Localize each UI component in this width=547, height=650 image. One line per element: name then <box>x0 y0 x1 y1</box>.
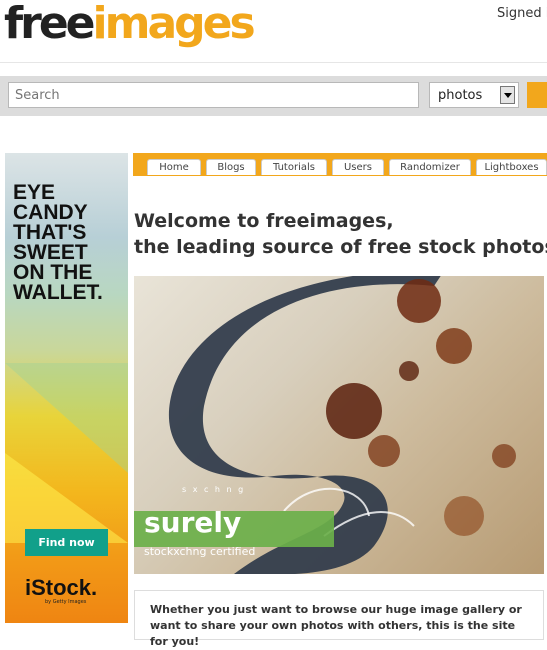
search-type-select[interactable]: photos <box>429 82 519 108</box>
logo-free: free <box>4 0 96 49</box>
welcome-line-1: Welcome to freeimages, <box>134 210 394 232</box>
ad-headline: EYE CANDY THAT'S SWEET ON THE WALLET. <box>13 181 103 304</box>
rust-spot <box>444 496 484 536</box>
logo[interactable]: freeimages <box>4 0 256 52</box>
rust-spot <box>399 361 419 381</box>
signed-in-link[interactable]: Signed i <box>497 6 547 21</box>
ad-find-now-button[interactable]: Find now <box>25 529 108 556</box>
tab-tutorials[interactable]: Tutorials <box>261 159 327 175</box>
rust-spot <box>492 444 516 468</box>
tab-home[interactable]: Home <box>147 159 201 175</box>
logo-images: images <box>92 0 256 49</box>
rust-spot <box>326 383 382 439</box>
search-type-value: photos <box>438 88 483 103</box>
featured-photo[interactable]: s x c h n g surely stockxchng certified <box>134 276 544 574</box>
welcome-line-2: the leading source of free stock photos! <box>134 236 547 258</box>
intro-text: Whether you just want to browse our huge… <box>150 603 522 648</box>
istock-logo: iStock. <box>25 575 98 600</box>
rust-spot <box>368 435 400 467</box>
header-divider <box>0 62 547 63</box>
nav-bar: Home Blogs Tutorials Users Randomizer Li… <box>133 153 547 175</box>
photo-small-text: s x c h n g <box>182 485 246 494</box>
nav-underline <box>133 175 547 176</box>
tab-users[interactable]: Users <box>332 159 384 175</box>
istock-logo-sub: by Getty Images <box>45 599 87 605</box>
rust-spot <box>436 328 472 364</box>
rust-spot <box>397 279 441 323</box>
tab-lightboxes[interactable]: Lightboxes <box>476 159 547 175</box>
search-bar: photos <box>0 76 547 116</box>
tab-blogs[interactable]: Blogs <box>206 159 256 175</box>
istock-ad[interactable]: EYE CANDY THAT'S SWEET ON THE WALLET. Fi… <box>5 153 128 623</box>
intro-text-box: Whether you just want to browse our huge… <box>134 590 544 648</box>
search-button[interactable] <box>527 82 547 108</box>
welcome-heading: Welcome to freeimages, the leading sourc… <box>134 208 547 260</box>
photo-surely-text: surely <box>144 506 242 539</box>
search-input[interactable] <box>8 82 419 108</box>
chevron-down-icon[interactable] <box>500 86 515 104</box>
photo-certified-text: stockxchng certified <box>144 545 256 558</box>
tab-randomizer[interactable]: Randomizer <box>389 159 471 175</box>
